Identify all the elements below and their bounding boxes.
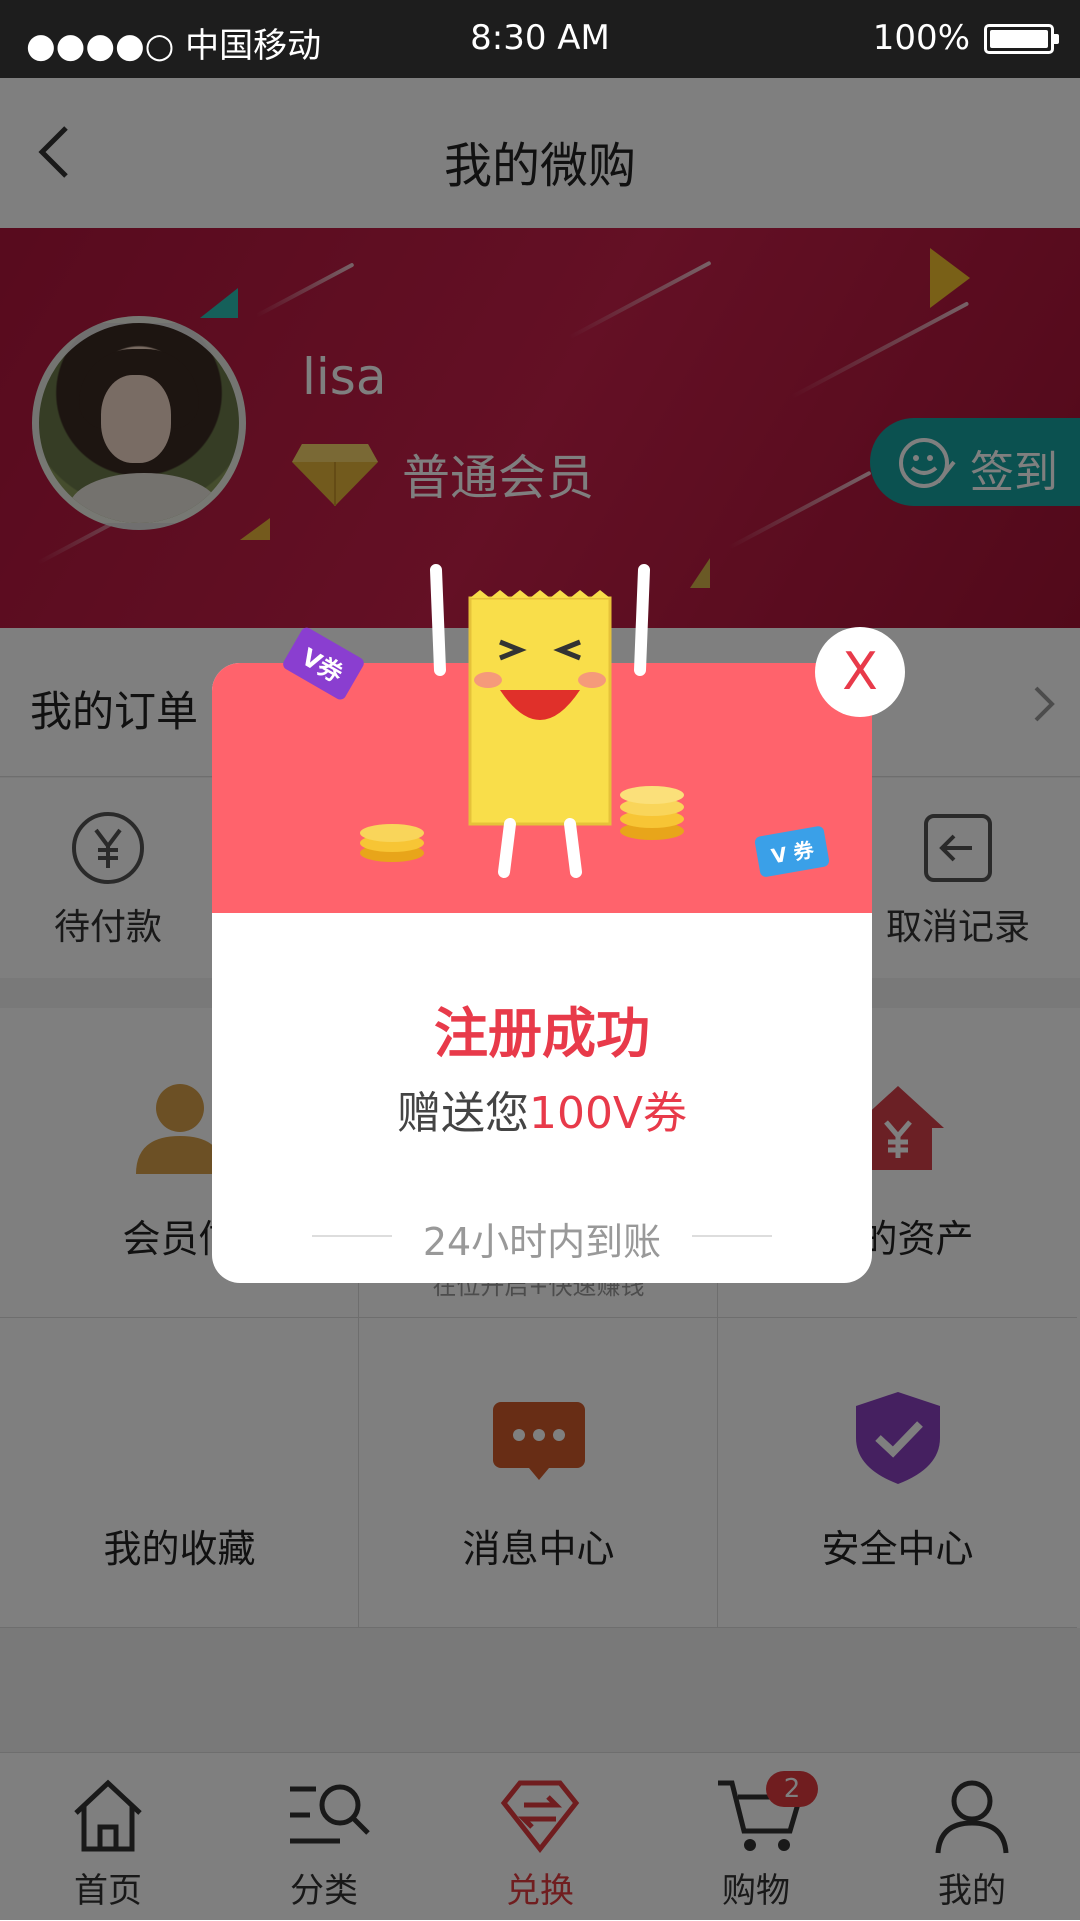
battery-icon — [984, 24, 1059, 54]
divider — [692, 1235, 772, 1237]
dialog-message-amount: 100V券 — [528, 1088, 688, 1139]
close-button[interactable]: X — [815, 627, 905, 717]
status-bar: ●●●●○ 中国移动 8:30 AM 100% — [0, 0, 1080, 78]
dialog-title: 注册成功 — [434, 1002, 650, 1065]
dialog-message-prefix: 赠送您 — [396, 1088, 529, 1139]
dialog-message: 赠送您100V券 — [212, 1077, 872, 1141]
battery-percent: 100% — [872, 18, 970, 58]
voucher-tag: V 券 — [753, 825, 831, 878]
ticket-mascot-icon — [430, 564, 650, 878]
dialog-note: 24小时内到账 — [422, 1220, 662, 1264]
